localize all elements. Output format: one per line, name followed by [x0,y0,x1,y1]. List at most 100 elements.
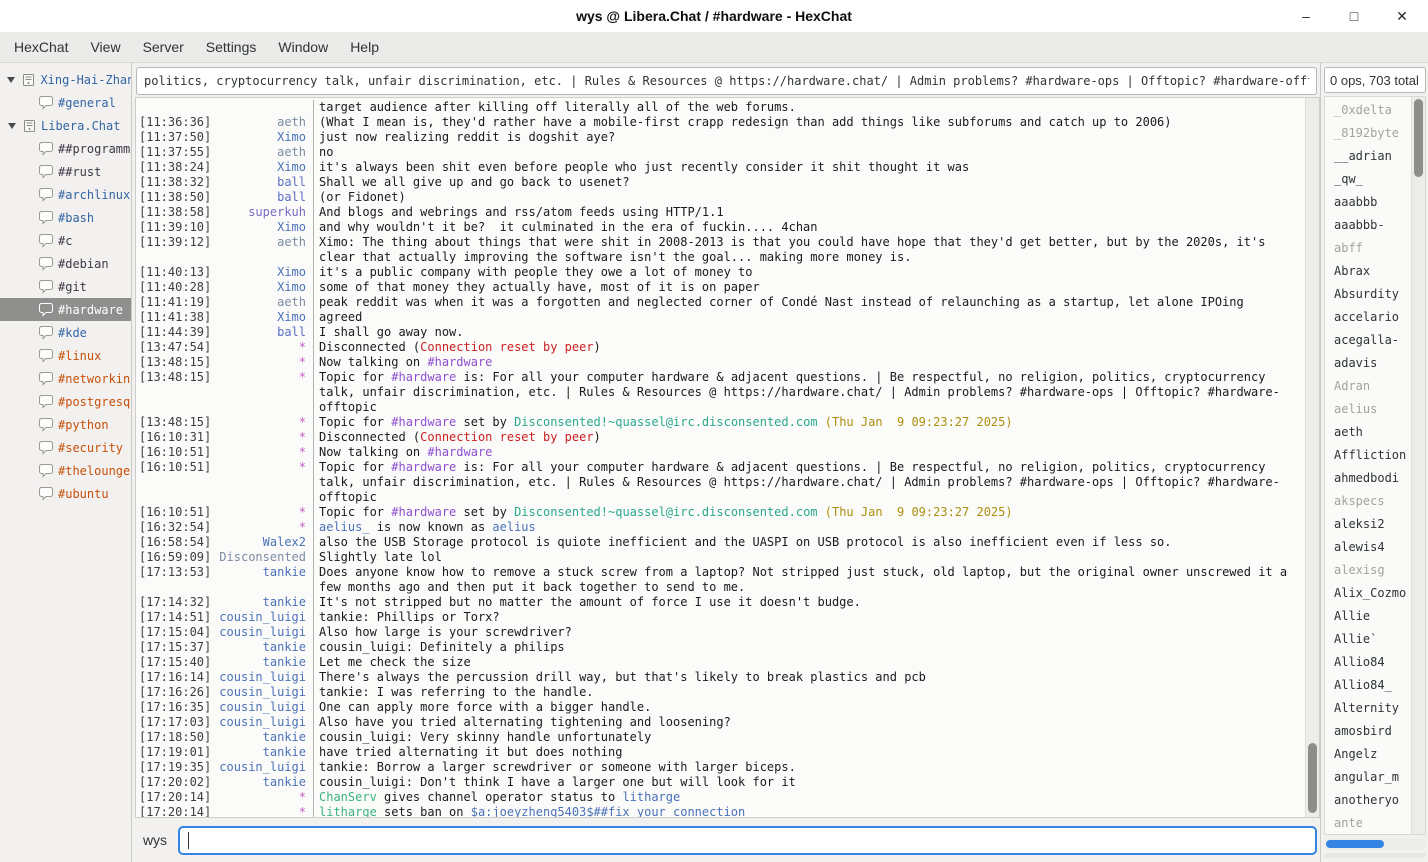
userlist-item[interactable]: angular_m [1325,766,1412,789]
nick[interactable]: tankie [217,730,314,745]
sidebar-item-security[interactable]: #security [0,436,131,459]
userlist-item[interactable]: __adrian [1325,145,1412,168]
userlist-item[interactable]: accelario [1325,306,1412,329]
sidebar-item-programming[interactable]: ##programming [0,137,131,160]
nick[interactable]: Walex2 [217,535,314,550]
nick[interactable]: tankie [217,595,314,610]
userlist-item[interactable]: Allie` [1325,628,1412,651]
nick[interactable]: ball [217,175,314,190]
nick[interactable]: Ximo [217,280,314,295]
userlist-item[interactable]: adavis [1325,352,1412,375]
userlist-item[interactable]: aelius [1325,398,1412,421]
nick[interactable]: aeth [217,145,314,160]
userlist-item[interactable]: aleksi2 [1325,513,1412,536]
userlist-item[interactable]: aaabbb- [1325,214,1412,237]
nick[interactable]: Ximo [217,160,314,175]
nick[interactable]: tankie [217,745,314,760]
nick[interactable]: aeth [217,235,314,265]
menu-item-view[interactable]: View [79,34,131,60]
nick[interactable]: cousin_luigi [217,670,314,685]
sidebar-item-c[interactable]: #c [0,229,131,252]
userlist-item[interactable]: Alternity [1325,697,1412,720]
nick[interactable]: aeth [217,115,314,130]
minimize-button[interactable]: – [1298,0,1314,32]
userlist-item[interactable]: ahmedbodi [1325,467,1412,490]
sidebar-item-postgresql[interactable]: #postgresql [0,390,131,413]
userlist-item[interactable]: Angelz [1325,743,1412,766]
nick[interactable]: ball [217,190,314,205]
userlist-item[interactable]: Adran [1325,375,1412,398]
nick[interactable]: cousin_luigi [217,685,314,700]
nick[interactable]: Ximo [217,220,314,235]
sidebar-item-linux[interactable]: #linux [0,344,131,367]
nick[interactable]: superkuh [217,205,314,220]
nick[interactable]: tankie [217,655,314,670]
expander-icon[interactable] [4,123,19,129]
nick[interactable]: Ximo [217,130,314,145]
menu-item-hexchat[interactable]: HexChat [3,34,79,60]
userlist-item[interactable]: Alix_Cozmo [1325,582,1412,605]
sidebar-item-hardware[interactable]: #hardware [0,298,131,321]
userlist-scrollbar[interactable] [1411,97,1425,834]
nick[interactable]: aeth [217,295,314,310]
nick[interactable]: tankie [217,565,314,595]
userlist-item[interactable]: akspecs [1325,490,1412,513]
nick[interactable]: cousin_luigi [217,715,314,730]
userlist-item[interactable]: _8192byte [1325,122,1412,145]
userlist-item[interactable]: alewis4 [1325,536,1412,559]
userlist-item[interactable]: alexisg [1325,559,1412,582]
menu-item-server[interactable]: Server [132,34,195,60]
chat-scrollbar[interactable] [1305,98,1319,817]
menu-item-window[interactable]: Window [267,34,339,60]
chat-area[interactable]: target audience after killing off litera… [135,97,1320,818]
nick[interactable]: cousin_luigi [217,760,314,775]
nick[interactable]: cousin_luigi [217,610,314,625]
userlist-hscrollbar-thumb[interactable] [1326,840,1384,848]
userlist-item[interactable]: Allio84 [1325,651,1412,674]
userlist-item[interactable]: _qw_ [1325,168,1412,191]
userlist-item[interactable]: abff [1325,237,1412,260]
maximize-button[interactable]: □ [1346,0,1362,32]
sidebar-item-Libera.Chat[interactable]: Libera.Chat [0,114,131,137]
userlist-scrollbar-thumb[interactable] [1414,99,1423,177]
userlist-hscrollbar-track[interactable] [1324,853,1426,858]
nick[interactable]: Ximo [217,265,314,280]
sidebar-item-ubuntu[interactable]: #ubuntu [0,482,131,505]
nick[interactable]: Disconsented [217,550,314,565]
sidebar-item-networking[interactable]: #networking [0,367,131,390]
nick[interactable]: Ximo [217,310,314,325]
userlist-item[interactable]: Allio84_ [1325,674,1412,697]
sidebar-item-Xing-Hai-Zhan[interactable]: Xing-Hai-Zhan [0,68,131,91]
userlist-item[interactable]: _0xdelta [1325,99,1412,122]
sidebar-item-kde[interactable]: #kde [0,321,131,344]
nick[interactable]: tankie [217,640,314,655]
sidebar-item-git[interactable]: #git [0,275,131,298]
sidebar-item-bash[interactable]: #bash [0,206,131,229]
userlist-hscrollbar[interactable] [1324,838,1426,850]
sidebar-item-general[interactable]: #general [0,91,131,114]
menu-item-settings[interactable]: Settings [195,34,268,60]
userlist-item[interactable]: aeth [1325,421,1412,444]
sidebar-item-thelounge[interactable]: #thelounge [0,459,131,482]
userlist-item[interactable]: ante [1325,812,1412,834]
chat-scrollbar-thumb[interactable] [1308,743,1317,813]
message-input[interactable] [178,826,1317,855]
userlist-item[interactable]: Affliction [1325,444,1412,467]
close-button[interactable]: ✕ [1394,0,1410,32]
userlist-item[interactable]: Absurdity [1325,283,1412,306]
nick[interactable]: cousin_luigi [217,700,314,715]
userlist-item[interactable]: amosbird [1325,720,1412,743]
nick[interactable]: tankie [217,775,314,790]
expander-icon[interactable] [4,77,18,83]
userlist-item[interactable]: anotheryo [1325,789,1412,812]
userlist-item[interactable]: Allie [1325,605,1412,628]
userlist-item[interactable]: acegalla- [1325,329,1412,352]
nick[interactable]: cousin_luigi [217,625,314,640]
userlist-item[interactable]: aaabbb [1325,191,1412,214]
userlist-item[interactable]: Abrax [1325,260,1412,283]
user-list-area[interactable]: _0xdelta_8192byte__adrian_qw_aaabbbaaabb… [1324,96,1426,835]
nick[interactable]: ball [217,325,314,340]
sidebar-item-rust[interactable]: ##rust [0,160,131,183]
sidebar-item-python[interactable]: #python [0,413,131,436]
menu-item-help[interactable]: Help [339,34,390,60]
